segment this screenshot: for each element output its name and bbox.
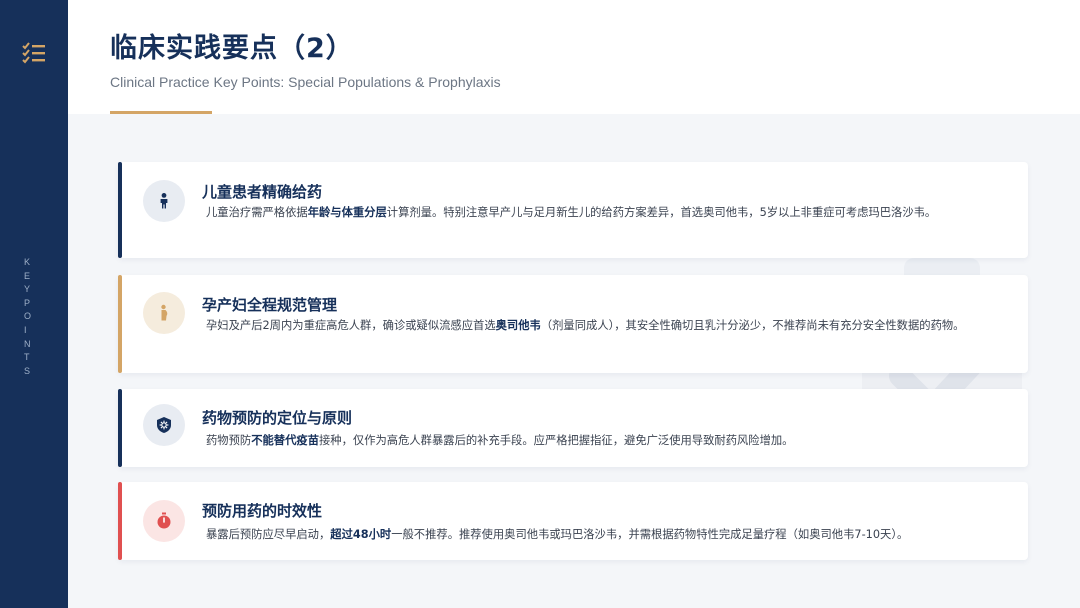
- card-title: 预防用药的时效性: [202, 502, 323, 520]
- card-description-text: 药物预防: [206, 434, 252, 447]
- checklist-icon: [22, 42, 45, 64]
- card-accent-bar: [118, 389, 122, 467]
- card-accent-bar: [118, 482, 122, 560]
- card-description-highlight: 年龄与体重分层: [307, 206, 387, 219]
- vertical-letter: S: [24, 365, 32, 376]
- vertical-letter: K: [24, 257, 32, 267]
- card-description-text: 一般不推荐。推荐使用奥司他韦或玛巴洛沙韦，并需根据药物特性完成足量疗程（如奥司他…: [391, 528, 909, 541]
- shield-virus-icon: [143, 404, 185, 446]
- vertical-letter: P: [24, 297, 32, 308]
- key-point-card: 孕产妇全程规范管理孕妇及产后2周内为重症高危人群，确诊或疑似流感应首选奥司他韦（…: [118, 275, 1028, 373]
- card-accent-bar: [118, 162, 122, 258]
- pregnant-woman-icon: [143, 292, 185, 334]
- stopwatch-icon: [143, 500, 185, 542]
- vertical-letter: O: [24, 311, 33, 322]
- vertical-letter: E: [24, 270, 32, 281]
- page-subtitle: Clinical Practice Key Points: Special Po…: [110, 74, 501, 90]
- sidebar: KEYPOINTS: [0, 0, 68, 608]
- vertical-letter: T: [24, 352, 31, 363]
- key-point-card: 儿童患者精确给药儿童治疗需严格依据年龄与体重分层计算剂量。特别注意早产儿与足月新…: [118, 162, 1028, 258]
- key-point-card: 药物预防的定位与原则药物预防不能替代疫苗接种，仅作为高危人群暴露后的补充手段。应…: [118, 389, 1028, 467]
- card-description-text: 计算剂量。特别注意早产儿与足月新生儿的给药方案差异，首选奥司他韦，5岁以上非重症…: [386, 206, 937, 219]
- card-description-text: 孕妇及产后2周内为重症高危人群，确诊或疑似流感应首选: [206, 319, 496, 332]
- card-title: 儿童患者精确给药: [202, 183, 323, 201]
- card-description: 药物预防不能替代疫苗接种，仅作为高危人群暴露后的补充手段。应严格把握指征，避免广…: [206, 433, 1016, 449]
- card-description-highlight: 奥司他韦: [495, 319, 541, 332]
- card-accent-bar: [118, 275, 122, 373]
- vertical-letter: Y: [24, 284, 32, 295]
- card-description: 暴露后预防应尽早启动，超过48小时一般不推荐。推荐使用奥司他韦或玛巴洛沙韦，并需…: [206, 527, 1016, 543]
- title-underline: [110, 111, 212, 114]
- card-description-highlight: 不能替代疫苗: [251, 434, 319, 447]
- card-description-highlight: 超过48小时: [330, 528, 392, 541]
- card-description-text: 接种，仅作为高危人群暴露后的补充手段。应严格把握指征，避免广泛使用导致耐药风险增…: [319, 434, 794, 447]
- child-icon: [143, 180, 185, 222]
- page-header: 临床实践要点（2） Clinical Practice Key Points: …: [68, 0, 1080, 114]
- card-description-text: （剂量同成人），其安全性确切且乳汁分泌少，不推荐尚未有充分安全性数据的药物。: [540, 319, 965, 332]
- card-description: 孕妇及产后2周内为重症高危人群，确诊或疑似流感应首选奥司他韦（剂量同成人），其安…: [206, 318, 1016, 334]
- card-title: 药物预防的定位与原则: [202, 409, 353, 427]
- vertical-letter: N: [24, 338, 32, 349]
- sidebar-vertical-text: KEYPOINTS: [24, 256, 44, 378]
- vertical-letter: I: [24, 324, 28, 335]
- card-description: 儿童治疗需严格依据年龄与体重分层计算剂量。特别注意早产儿与足月新生儿的给药方案差…: [206, 205, 1016, 221]
- key-point-card: 预防用药的时效性暴露后预防应尽早启动，超过48小时一般不推荐。推荐使用奥司他韦或…: [118, 482, 1028, 560]
- card-description-text: 暴露后预防应尽早启动，: [206, 528, 331, 541]
- page-title: 临床实践要点（2）: [110, 33, 354, 64]
- card-description-text: 儿童治疗需严格依据: [206, 206, 308, 219]
- card-title: 孕产妇全程规范管理: [202, 296, 338, 314]
